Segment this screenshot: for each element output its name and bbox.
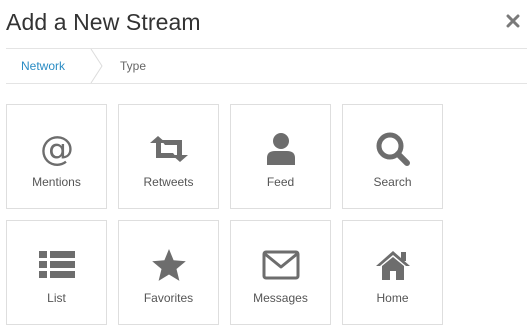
list-icon — [38, 251, 75, 278]
tile-label: Retweets — [143, 175, 194, 189]
tile-label: List — [47, 291, 66, 305]
stream-type-list[interactable]: List — [6, 220, 107, 325]
close-icon[interactable] — [505, 13, 521, 29]
dialog-title: Add a New Stream — [6, 9, 201, 35]
breadcrumb-step-type[interactable]: Type — [120, 49, 146, 83]
at-icon: @ — [40, 131, 74, 167]
home-icon — [375, 251, 410, 280]
stream-type-mentions[interactable]: @ Mentions — [6, 104, 107, 209]
stream-type-retweets[interactable]: Retweets — [118, 104, 219, 209]
stream-type-search[interactable]: Search — [342, 104, 443, 209]
stream-type-home[interactable]: Home — [342, 220, 443, 325]
envelope-icon — [262, 250, 299, 280]
stream-type-feed[interactable]: Feed — [230, 104, 331, 209]
stream-type-favorites[interactable]: Favorites — [118, 220, 219, 325]
tile-label: Search — [373, 175, 412, 189]
user-icon — [266, 133, 295, 165]
stream-type-messages[interactable]: Messages — [230, 220, 331, 325]
tile-label: Favorites — [143, 291, 194, 305]
svg-text:@: @ — [40, 131, 74, 167]
tile-label: Home — [376, 291, 409, 305]
breadcrumb: Network Type — [6, 48, 527, 84]
tile-label: Feed — [266, 175, 295, 189]
retweet-icon — [149, 136, 188, 162]
breadcrumb-chevron-divider — [90, 49, 103, 83]
tile-label: Mentions — [32, 175, 81, 189]
star-icon — [151, 249, 186, 281]
tile-label: Messages — [253, 291, 308, 305]
breadcrumb-step-network[interactable]: Network — [21, 49, 65, 83]
add-stream-dialog: Add a New Stream Network Type @ Mentions — [0, 0, 530, 330]
search-icon — [376, 132, 410, 166]
